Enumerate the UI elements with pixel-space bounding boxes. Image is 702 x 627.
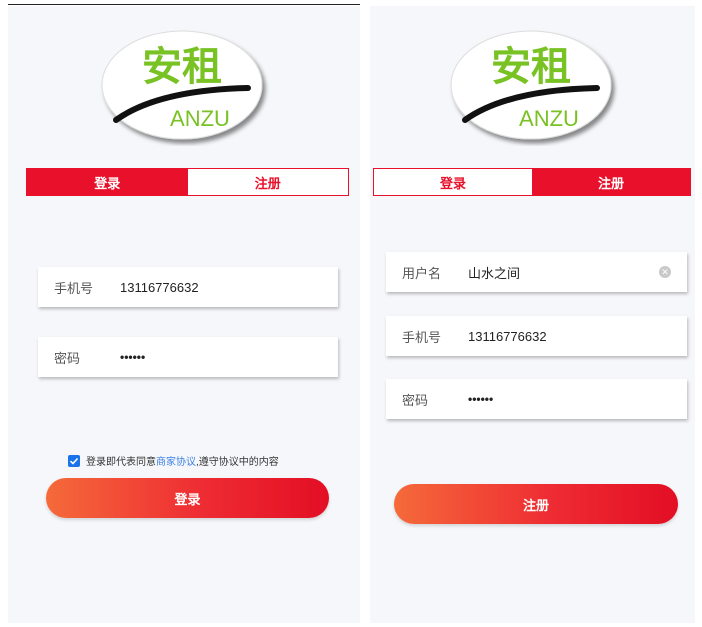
agreement-suffix: ,遵守协议中的内容 [196,457,279,468]
register-button[interactable]: 注册 [394,484,678,524]
phone-input[interactable]: 13116776632 [468,329,687,344]
agreement-row: 登录即代表同意 商家协议 ,遵守协议中的内容 [68,453,279,468]
top-divider [8,4,360,5]
anzu-logo: 安租 ANZU [447,28,619,146]
password-field[interactable]: 密码 •••••• [38,337,338,377]
password-input[interactable]: •••••• [120,350,338,364]
password-label: 密码 [402,392,429,408]
phone-input[interactable]: 13116776632 [120,280,338,295]
tab-register[interactable]: 注册 [188,169,349,195]
phone-label: 手机号 [54,280,94,296]
svg-text:ANZU: ANZU [170,106,230,131]
anzu-logo: 安租 ANZU [98,28,270,146]
password-label: 密码 [54,350,81,366]
username-input[interactable]: 山水之间 [468,263,659,282]
username-field[interactable]: 用户名 山水之间 ✕ [386,252,687,292]
login-button[interactable]: 登录 [46,478,329,518]
tab-login[interactable]: 登录 [27,169,188,195]
checkmark-icon [69,457,79,465]
svg-text:安租: 安租 [491,44,571,90]
clear-icon[interactable]: ✕ [659,266,671,278]
agreement-prefix: 登录即代表同意 [86,457,156,468]
login-panel: 安租 ANZU 登录 注册 手机号 13116776632 密码 •••••• … [8,6,360,623]
svg-text:安租: 安租 [142,44,222,90]
username-label: 用户名 [402,265,442,281]
password-field[interactable]: 密码 •••••• [386,379,687,419]
login-tab-bar: 登录 注册 [26,168,349,196]
phone-label: 手机号 [402,329,442,345]
merchant-agreement-link[interactable]: 商家协议 [156,453,196,468]
password-input[interactable]: •••••• [468,392,687,406]
svg-text:ANZU: ANZU [519,106,579,131]
phone-field[interactable]: 手机号 13116776632 [38,267,338,307]
phone-field[interactable]: 手机号 13116776632 [386,316,687,356]
tab-register[interactable]: 注册 [532,169,690,195]
tab-login[interactable]: 登录 [374,169,532,195]
register-tab-bar: 登录 注册 [373,168,691,196]
register-panel: 安租 ANZU 登录 注册 用户名 山水之间 ✕ 手机号 13116776632… [370,6,695,623]
agreement-checkbox[interactable] [68,454,80,467]
